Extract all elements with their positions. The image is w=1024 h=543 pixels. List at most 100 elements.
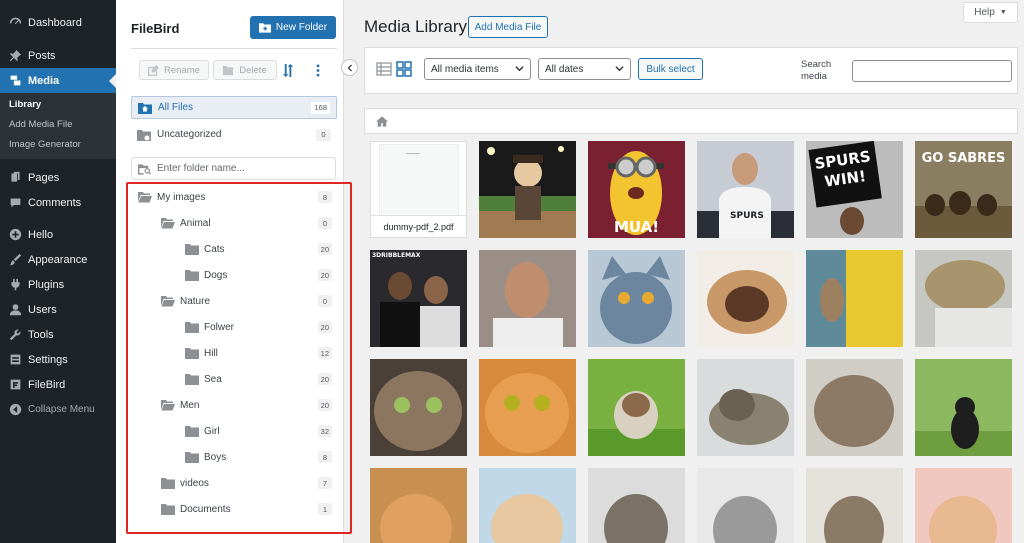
menu-comments[interactable]: Comments bbox=[0, 190, 116, 215]
tree-folder-girl[interactable]: Girl 32 bbox=[185, 421, 332, 441]
media-item-tabby-kitten[interactable] bbox=[806, 468, 903, 543]
cat-grass-photo bbox=[588, 359, 685, 456]
black-cat-photo bbox=[915, 359, 1012, 456]
tree-folder-folwer[interactable]: Folwer 20 bbox=[185, 317, 332, 337]
delete-button[interactable]: Delete bbox=[213, 60, 277, 80]
tree-folder-boys[interactable]: Boys 8 bbox=[185, 447, 332, 467]
media-item-basketball-player[interactable]: SPURS bbox=[697, 141, 794, 238]
media-item-cat-grass[interactable] bbox=[588, 359, 685, 456]
menu-posts[interactable]: Posts bbox=[0, 43, 116, 68]
submenu-image-generator[interactable]: Image Generator bbox=[0, 135, 116, 155]
media-item-player-closeup[interactable] bbox=[479, 250, 576, 347]
tree-folder-cats[interactable]: Cats 20 bbox=[185, 239, 332, 259]
tree-folder-sea[interactable]: Sea 20 bbox=[185, 369, 332, 389]
media-item-spurs-win[interactable]: SPURS WIN! bbox=[806, 141, 903, 238]
media-item-orange-cat[interactable] bbox=[479, 359, 576, 456]
tabby-kitten-photo bbox=[806, 468, 903, 543]
tree-label: Nature bbox=[180, 295, 211, 307]
collapse-menu[interactable]: Collapse Menu bbox=[0, 397, 116, 422]
submenu-add-media[interactable]: Add Media File bbox=[0, 115, 116, 135]
search-media-label: Search media bbox=[801, 59, 832, 82]
mascot-photo bbox=[479, 141, 576, 238]
cat-sleepy-photo bbox=[806, 359, 903, 456]
media-type-filter[interactable]: All media items bbox=[424, 58, 531, 80]
folder-uncategorized[interactable]: Uncategorized 0 bbox=[131, 123, 337, 146]
new-folder-button[interactable]: New Folder bbox=[250, 16, 336, 39]
media-type-value: All media items bbox=[431, 63, 499, 75]
tree-count: 20 bbox=[317, 373, 332, 385]
media-item-tabby-closeup[interactable] bbox=[370, 359, 467, 456]
menu-dashboard-label: Dashboard bbox=[28, 16, 82, 29]
bulk-select-button[interactable]: Bulk select bbox=[638, 58, 703, 80]
rename-label: Rename bbox=[164, 64, 200, 76]
media-item-cat-blanket[interactable] bbox=[915, 250, 1012, 347]
tree-folder-dogs[interactable]: Dogs 20 bbox=[185, 265, 332, 285]
submenu-library[interactable]: Library bbox=[0, 95, 116, 115]
media-item-gray-kitten[interactable] bbox=[588, 468, 685, 543]
menu-pages-label: Pages bbox=[28, 171, 60, 184]
help-label: Help bbox=[974, 7, 995, 18]
grid-view-icon[interactable] bbox=[396, 61, 412, 77]
menu-filebird[interactable]: FileBird bbox=[0, 372, 116, 397]
tree-folder-nature[interactable]: Nature 0 bbox=[161, 291, 332, 311]
menu-pages[interactable]: Pages bbox=[0, 165, 116, 190]
menu-media[interactable]: Media bbox=[0, 68, 116, 93]
menu-hello[interactable]: Hello bbox=[0, 222, 116, 247]
rename-button[interactable]: Rename bbox=[139, 60, 209, 80]
menu-settings-label: Settings bbox=[28, 353, 68, 366]
add-media-file-button[interactable]: Add Media File bbox=[468, 16, 548, 38]
menu-users[interactable]: Users bbox=[0, 297, 116, 322]
menu-appearance-label: Appearance bbox=[28, 253, 88, 266]
menu-users-label: Users bbox=[28, 303, 57, 316]
media-item-peach-kitten[interactable] bbox=[915, 468, 1012, 543]
media-item-blue-cat[interactable] bbox=[588, 250, 685, 347]
menu-tools[interactable]: Tools bbox=[0, 322, 116, 347]
plug-icon bbox=[8, 278, 22, 292]
plus-circle-icon bbox=[8, 228, 22, 242]
search-media-input[interactable] bbox=[852, 60, 1012, 82]
menu-tools-label: Tools bbox=[28, 328, 54, 341]
menu-appearance[interactable]: Appearance bbox=[0, 247, 116, 272]
tree-folder-videos[interactable]: videos 7 bbox=[161, 473, 332, 493]
menu-dashboard[interactable]: Dashboard bbox=[0, 10, 116, 35]
media-item-black-cat[interactable] bbox=[915, 359, 1012, 456]
tree-label: Folwer bbox=[204, 321, 235, 333]
media-item-minion[interactable]: MUA! bbox=[588, 141, 685, 238]
peach-kitten-photo bbox=[915, 468, 1012, 543]
media-item-pdf[interactable]: dummy-pdf_2.pdf bbox=[370, 141, 467, 238]
delete-label: Delete bbox=[239, 64, 267, 76]
tree-folder-hill[interactable]: Hill 12 bbox=[185, 343, 332, 363]
tree-folder-my-images[interactable]: My images 8 bbox=[138, 187, 332, 207]
media-item-fluffy-cat[interactable] bbox=[697, 250, 794, 347]
media-item-mascot[interactable] bbox=[479, 141, 576, 238]
more-options-button[interactable] bbox=[313, 60, 323, 80]
media-item-cat-sleepy[interactable] bbox=[806, 359, 903, 456]
tree-count: 12 bbox=[317, 347, 332, 359]
media-item-white-kitten[interactable] bbox=[697, 468, 794, 543]
all-files-label: All Files bbox=[158, 102, 194, 113]
home-icon[interactable] bbox=[376, 115, 388, 127]
folder-search-placeholder: Enter folder name... bbox=[157, 163, 245, 174]
media-item-ginger-kitten[interactable] bbox=[370, 468, 467, 543]
date-filter[interactable]: All dates bbox=[538, 58, 631, 80]
tree-label: Hill bbox=[204, 347, 218, 359]
pages-icon bbox=[8, 171, 22, 185]
media-item-cat-yellow[interactable] bbox=[806, 250, 903, 347]
menu-settings[interactable]: Settings bbox=[0, 347, 116, 372]
sort-button[interactable] bbox=[281, 60, 295, 80]
folder-open-icon bbox=[161, 217, 175, 229]
tree-folder-men[interactable]: Men 20 bbox=[161, 395, 332, 415]
media-item-go-sabres[interactable]: GO SABRES bbox=[915, 141, 1012, 238]
menu-plugins[interactable]: Plugins bbox=[0, 272, 116, 297]
media-item-cat-lying[interactable] bbox=[697, 359, 794, 456]
tree-folder-documents[interactable]: Documents 1 bbox=[161, 499, 332, 519]
list-view-icon[interactable] bbox=[376, 61, 392, 77]
folder-all-files[interactable]: All Files 168 bbox=[131, 96, 337, 119]
media-item-kitten-sleeping[interactable] bbox=[479, 468, 576, 543]
tree-count: 8 bbox=[318, 191, 332, 203]
tree-folder-animal[interactable]: Animal 0 bbox=[161, 213, 332, 233]
media-item-basketball-group[interactable]: 3DRIBBLEMAX bbox=[370, 250, 467, 347]
folder-search-input[interactable]: Enter folder name... bbox=[131, 157, 336, 180]
panel-collapse-toggle[interactable] bbox=[341, 59, 358, 76]
help-button[interactable]: Help ▼ bbox=[963, 2, 1018, 23]
